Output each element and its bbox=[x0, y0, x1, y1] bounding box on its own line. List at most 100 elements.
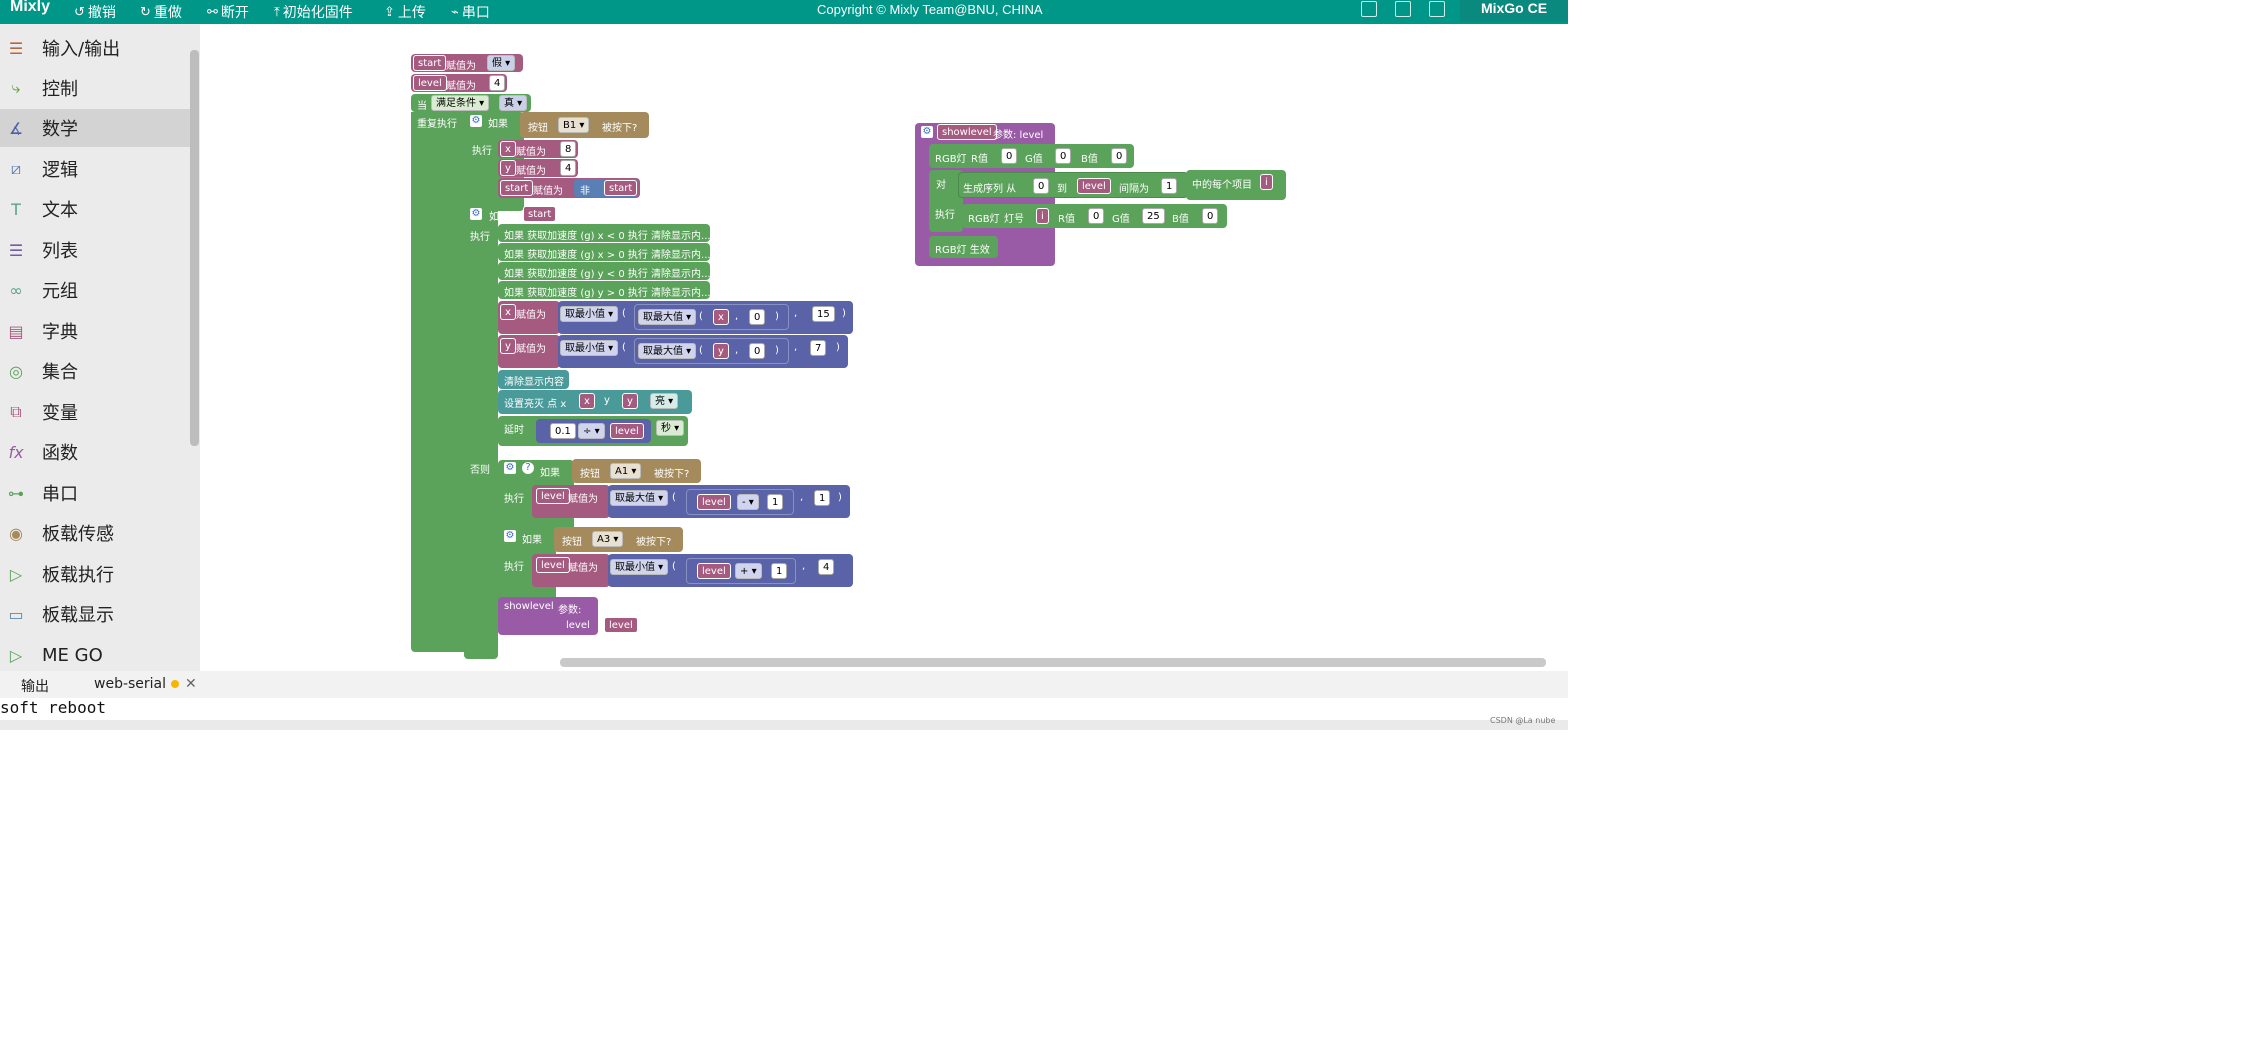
category-function[interactable]: fx 函数 bbox=[0, 433, 190, 471]
init-firmware-button[interactable]: ⤒ 初始化固件 bbox=[274, 2, 353, 22]
operator-dropdown[interactable]: - ▾ bbox=[737, 494, 759, 510]
serial-button[interactable]: ⌁ 串口 bbox=[451, 2, 490, 22]
disconnect-button[interactable]: ⚯ 断开 bbox=[207, 2, 249, 22]
tab-output[interactable]: 输出 bbox=[21, 676, 49, 696]
number-field[interactable]: 1 bbox=[1161, 178, 1178, 194]
divide-block[interactable]: 0.1 ÷ ▾ level bbox=[536, 419, 651, 443]
gear-icon[interactable]: ⚙ bbox=[470, 115, 482, 127]
number-field[interactable]: 4 bbox=[560, 160, 577, 176]
var-level[interactable]: level bbox=[413, 75, 447, 91]
set-x-clamp-block[interactable]: x 赋值为 bbox=[498, 301, 560, 334]
var-x[interactable]: x bbox=[500, 304, 516, 320]
number-field[interactable]: 0 bbox=[1001, 148, 1018, 164]
number-field[interactable]: 0 bbox=[1088, 208, 1105, 224]
while-condition-dropdown[interactable]: 满足条件 ▾ bbox=[431, 95, 490, 111]
var-i[interactable]: i bbox=[1036, 208, 1049, 224]
set-level-min-block[interactable]: level 赋值为 bbox=[532, 554, 610, 587]
operator-dropdown[interactable]: + ▾ bbox=[735, 563, 762, 579]
set-x-block[interactable]: x 赋值为 8 bbox=[498, 140, 578, 158]
subtract-block[interactable]: level - ▾ 1 bbox=[686, 489, 794, 515]
range-block[interactable]: 生成序列 从 0 到 level 间隔为 1 bbox=[958, 172, 1188, 198]
var-y[interactable]: y bbox=[713, 343, 729, 359]
category-logic[interactable]: ⧄ 逻辑 bbox=[0, 150, 190, 188]
max-dropdown[interactable]: 取最大值 ▾ bbox=[610, 490, 669, 506]
for-each-tail[interactable]: 中的每个项目 i bbox=[1186, 170, 1286, 200]
min-dropdown[interactable]: 取最小值 ▾ bbox=[560, 340, 619, 356]
number-field[interactable]: 4 bbox=[489, 75, 506, 91]
var-x[interactable]: x bbox=[713, 309, 729, 325]
rgb-set-one-block[interactable]: RGB灯 灯号 i R值 0 G值 25 B值 0 bbox=[962, 204, 1227, 228]
var-y[interactable]: y bbox=[500, 338, 516, 354]
number-field[interactable]: 8 bbox=[560, 141, 577, 157]
var-start[interactable]: start bbox=[604, 180, 638, 196]
category-set[interactable]: ◎ 集合 bbox=[0, 352, 190, 390]
button-dropdown[interactable]: B1 ▾ bbox=[558, 117, 590, 133]
category-serial[interactable]: ⊶ 串口 bbox=[0, 474, 190, 512]
operator-dropdown[interactable]: ÷ ▾ bbox=[578, 423, 605, 439]
category-dict[interactable]: ▤ 字典 bbox=[0, 312, 190, 350]
sidebar-toggle-icon[interactable] bbox=[1395, 1, 1411, 17]
number-field[interactable]: 0 bbox=[1202, 208, 1219, 224]
max-block-x[interactable]: 取最大值 ▾ ( x , 0 ) bbox=[634, 304, 789, 330]
category-text[interactable]: T 文本 bbox=[0, 190, 190, 228]
number-field[interactable]: 1 bbox=[767, 494, 784, 510]
set-y-clamp-block[interactable]: y 赋值为 bbox=[498, 335, 560, 368]
not-block[interactable]: 非 start bbox=[574, 179, 638, 197]
var-i[interactable]: i bbox=[1260, 174, 1273, 190]
upload-button[interactable]: ⇪ 上传 bbox=[384, 2, 426, 22]
number-field[interactable]: 0.1 bbox=[550, 423, 576, 439]
number-field[interactable]: 0 bbox=[1055, 148, 1072, 164]
redo-button[interactable]: ↻ 重做 bbox=[140, 2, 182, 22]
var-start[interactable]: start bbox=[500, 180, 534, 196]
number-field[interactable]: 4 bbox=[818, 559, 835, 575]
var-level[interactable]: level bbox=[697, 563, 731, 579]
var-level[interactable]: level bbox=[536, 488, 570, 504]
blockly-workspace[interactable]: start 赋值为 假 ▾ level 赋值为 4 当 满足条件 ▾ 真 ▾ 重… bbox=[200, 24, 1568, 671]
var-level[interactable]: level bbox=[610, 423, 644, 439]
number-field[interactable]: 1 bbox=[814, 490, 831, 506]
bool-dropdown[interactable]: 假 ▾ bbox=[487, 55, 516, 71]
min-dropdown[interactable]: 取最小值 ▾ bbox=[560, 306, 619, 322]
max-block-level[interactable]: 取最大值 ▾ ( level - ▾ 1 , 1 ) bbox=[608, 485, 850, 518]
number-field[interactable]: 1 bbox=[771, 563, 788, 579]
number-field[interactable]: 0 bbox=[749, 309, 766, 325]
max-block-y[interactable]: 取最大值 ▾ ( y , 0 ) bbox=[634, 338, 789, 364]
clear-display-block[interactable]: 清除显示内容 bbox=[498, 370, 569, 389]
close-icon[interactable]: ✕ bbox=[185, 676, 197, 692]
proc-name-field[interactable]: showlevel bbox=[937, 124, 997, 140]
button-dropdown[interactable]: A1 ▾ bbox=[610, 463, 642, 479]
category-math[interactable]: ∡ 数学 bbox=[0, 109, 190, 147]
gear-icon[interactable]: ⚙ bbox=[504, 462, 516, 474]
number-field[interactable]: 0 bbox=[749, 343, 766, 359]
set-level-block[interactable]: level 赋值为 4 bbox=[411, 74, 507, 92]
button-pressed-block[interactable]: 按钮 A1 ▾ 被按下? bbox=[572, 459, 701, 483]
number-field[interactable]: 0 bbox=[1111, 148, 1128, 164]
number-field[interactable]: 7 bbox=[810, 340, 827, 356]
min-block-y[interactable]: 取最小值 ▾ ( 取最大值 ▾ ( y , 0 ) , 7 ) bbox=[558, 335, 848, 368]
rgb-set-all-block[interactable]: RGB灯 R值 0 G值 0 B值 0 bbox=[929, 144, 1134, 168]
var-y[interactable]: y bbox=[500, 160, 516, 176]
serial-console[interactable]: soft reboot bbox=[0, 698, 1568, 720]
save-icon[interactable] bbox=[1361, 1, 1377, 17]
number-field[interactable]: 25 bbox=[1142, 208, 1165, 224]
category-actuator[interactable]: ▷ 板载执行 bbox=[0, 555, 190, 593]
var-x[interactable]: x bbox=[579, 393, 595, 409]
board-selector[interactable]: MixGo CE bbox=[1460, 0, 1568, 22]
gear-icon[interactable]: ⚙ bbox=[921, 126, 933, 138]
code-view-icon[interactable] bbox=[1429, 1, 1445, 17]
var-level[interactable]: level bbox=[604, 617, 638, 633]
unit-dropdown[interactable]: 秒 ▾ bbox=[656, 420, 685, 436]
if-start-block[interactable]: ⚙ 执行 否则 bbox=[464, 205, 498, 659]
add-block[interactable]: level + ▾ 1 bbox=[686, 558, 796, 584]
category-control[interactable]: ⤷ 控制 bbox=[0, 69, 190, 107]
category-display[interactable]: ▭ 板载显示 bbox=[0, 595, 190, 633]
category-variable[interactable]: ⧉ 变量 bbox=[0, 393, 190, 431]
var-level[interactable]: level bbox=[1077, 178, 1111, 194]
gear-icon[interactable]: ⚙ bbox=[504, 530, 516, 542]
while-true-dropdown[interactable]: 真 ▾ bbox=[499, 95, 528, 111]
category-mego[interactable]: ▷ ME GO bbox=[0, 636, 190, 674]
rgb-show-block[interactable]: RGB灯 生效 bbox=[929, 236, 998, 258]
brightness-dropdown[interactable]: 亮 ▾ bbox=[650, 393, 679, 409]
sidebar-scrollbar[interactable] bbox=[190, 50, 199, 446]
delay-block[interactable]: 延时 0.1 ÷ ▾ level 秒 ▾ bbox=[498, 416, 688, 446]
